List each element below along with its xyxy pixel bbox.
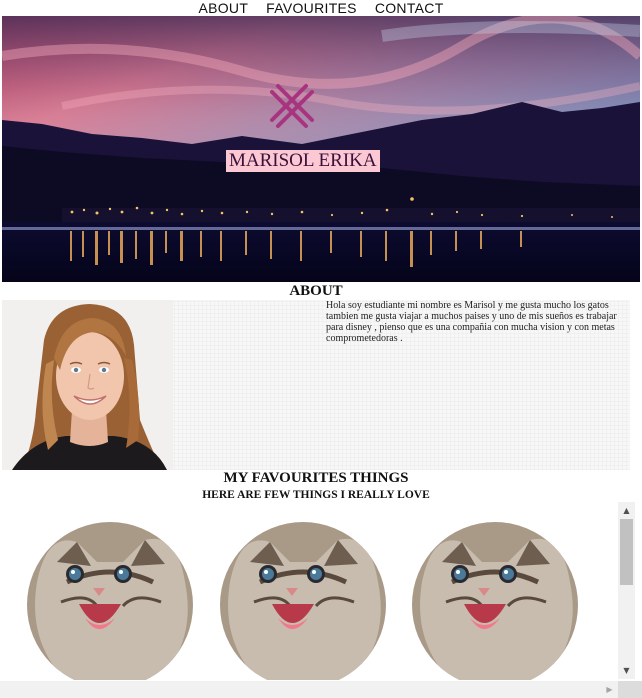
scrollbar-corner <box>618 681 642 698</box>
kitten-photo <box>27 522 193 680</box>
scroll-down-arrow-icon[interactable]: ▼ <box>618 662 635 679</box>
nav-link-favourites[interactable]: FAVOURITES <box>266 0 357 16</box>
favourites-subheading: HERE ARE FEW THINGS I REALLY LOVE <box>202 489 430 501</box>
horizontal-scrollbar[interactable]: ▶ <box>0 681 618 698</box>
kitten-photo <box>412 522 578 680</box>
favourites-gallery <box>0 522 618 680</box>
about-text: Hola soy estudiante mi nombre es Marisol… <box>326 300 617 344</box>
top-nav: ABOUT FAVOURITES CONTACT <box>0 0 642 16</box>
hero-name: MARISOL ERIKA <box>226 150 380 172</box>
cross-pattern-logo-icon <box>268 82 316 130</box>
about-heading: ABOUT <box>289 283 343 299</box>
scroll-right-arrow-icon[interactable]: ▶ <box>601 681 618 698</box>
nav-link-about[interactable]: ABOUT <box>198 0 248 16</box>
profile-photo <box>2 300 173 470</box>
scroll-thumb[interactable] <box>620 519 633 585</box>
vertical-scrollbar[interactable]: ▲ ▼ <box>618 502 635 679</box>
scroll-up-arrow-icon[interactable]: ▲ <box>618 502 635 519</box>
kitten-photo <box>220 522 386 680</box>
about-section: Hola soy estudiante mi nombre es Marisol… <box>2 300 630 470</box>
hero-landscape-image <box>2 16 640 282</box>
hero-banner: MARISOL ERIKA <box>2 16 640 282</box>
favourites-heading: MY FAVOURITES THINGS <box>223 470 409 486</box>
nav-link-contact[interactable]: CONTACT <box>375 0 444 16</box>
